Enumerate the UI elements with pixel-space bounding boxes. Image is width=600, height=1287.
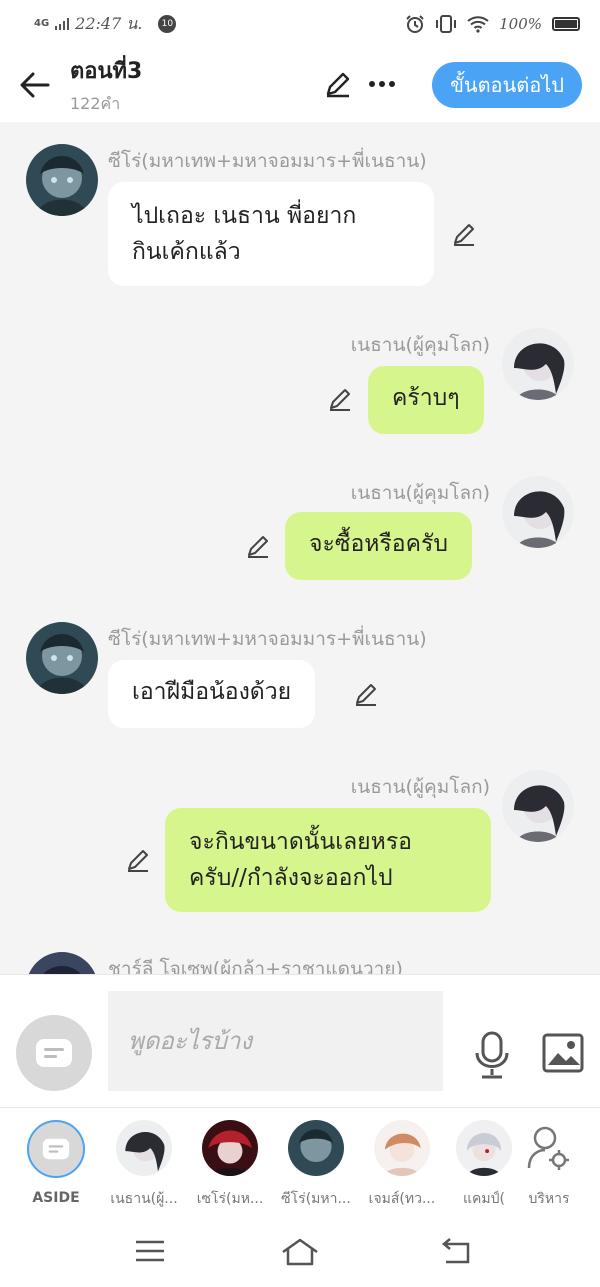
character-label: เนธาน(ผู้... bbox=[110, 1191, 178, 1207]
avatar-nethan[interactable] bbox=[502, 770, 574, 842]
pencil-icon[interactable] bbox=[124, 846, 152, 874]
message-input[interactable] bbox=[108, 991, 443, 1091]
avatar bbox=[374, 1120, 430, 1176]
next-step-button[interactable]: ขั้นตอนต่อไป bbox=[432, 62, 582, 108]
battery-percent: 100% bbox=[499, 15, 542, 33]
speaker-name: ชาร์ลี โจเซพ(ผู้กล้า+ราชาแดนวาย) bbox=[108, 958, 403, 974]
pencil-icon[interactable] bbox=[450, 220, 478, 248]
manage-icon-wrap bbox=[521, 1120, 577, 1176]
message-bubble[interactable]: ไปเถอะ เนธาน พี่อยาก กินเค้กแล้ว bbox=[108, 182, 434, 286]
character-selector: ASIDE เนธาน(ผู้... เซโร่(มห... ซีโร่(มหา… bbox=[0, 1108, 600, 1218]
clock: 22:47 น. bbox=[75, 13, 143, 33]
avatar-zero[interactable] bbox=[26, 622, 98, 694]
aside-avatar bbox=[27, 1120, 85, 1178]
input-bar bbox=[0, 974, 600, 1108]
back-nav-icon[interactable] bbox=[438, 1236, 478, 1266]
avatar-zero[interactable] bbox=[26, 144, 98, 216]
vibrate-icon bbox=[436, 15, 457, 33]
message-bubble[interactable]: เอาฝีมือน้องด้วย bbox=[108, 660, 316, 728]
speaker-name: ซีโร่(มหาเทพ+มหาจอมมาร+พี่เนธาน) bbox=[108, 628, 427, 650]
character-label: เจมส์(ทว... bbox=[368, 1191, 436, 1207]
character-chip-james[interactable]: เจมส์(ทว... bbox=[365, 1120, 439, 1210]
avatar bbox=[116, 1120, 172, 1176]
character-label: ซีโร่(มหา... bbox=[281, 1191, 351, 1207]
avatar-nethan[interactable] bbox=[502, 476, 574, 548]
avatar-nethan[interactable] bbox=[502, 328, 574, 400]
avatar bbox=[456, 1120, 512, 1176]
speaker-name: เนธาน(ผู้คุมโลก) bbox=[350, 776, 490, 798]
character-label: แคมป์( bbox=[463, 1191, 505, 1207]
microphone-icon[interactable] bbox=[472, 1031, 512, 1079]
arrow-left-icon bbox=[20, 72, 50, 98]
pencil-icon[interactable] bbox=[352, 680, 380, 708]
home-icon[interactable] bbox=[280, 1236, 320, 1266]
wifi-icon bbox=[467, 16, 489, 33]
character-chip-aside[interactable]: ASIDE bbox=[19, 1120, 93, 1206]
message-icon bbox=[42, 1138, 70, 1160]
edit-title-button[interactable] bbox=[320, 66, 356, 102]
notification-badge: 10 bbox=[158, 15, 177, 33]
pencil-icon[interactable] bbox=[244, 532, 272, 560]
character-chip-zero-red[interactable]: เซโร่(มห... bbox=[193, 1120, 267, 1210]
alarm-icon bbox=[406, 15, 424, 33]
message-bubble[interactable]: จะกินขนาดนั้นเลยหรอ ครับ//กำลังจะออกไป bbox=[165, 808, 491, 912]
speaker-name: เนธาน(ผู้คุมโลก) bbox=[350, 482, 490, 504]
pencil-icon[interactable] bbox=[326, 385, 354, 413]
character-chip-zero[interactable]: ซีโร่(มหา... bbox=[279, 1120, 353, 1210]
character-chip-nethan[interactable]: เนธาน(ผู้... bbox=[107, 1120, 181, 1210]
speaker-name: ซีโร่(มหาเทพ+มหาจอมมาร+พี่เนธาน) bbox=[108, 150, 427, 172]
manage-characters-button[interactable]: บริหาร bbox=[512, 1120, 586, 1210]
chapter-header: ตอนที่3 122คำ ขั้นตอนต่อไป bbox=[0, 48, 600, 122]
message-bubble[interactable]: จะซื้อหรือครับ bbox=[285, 512, 472, 580]
menu-icon[interactable] bbox=[130, 1236, 170, 1266]
signal-icon bbox=[55, 18, 70, 30]
aside-button[interactable] bbox=[16, 1015, 92, 1091]
character-label: เซโร่(มห... bbox=[196, 1191, 264, 1207]
message-icon bbox=[36, 1039, 72, 1067]
page-title: ตอนที่3 bbox=[70, 59, 143, 84]
character-label: บริหาร bbox=[528, 1191, 570, 1207]
system-nav-bar bbox=[0, 1218, 600, 1287]
image-icon[interactable] bbox=[542, 1033, 584, 1073]
character-label: ASIDE bbox=[32, 1190, 80, 1206]
more-horizontal-icon bbox=[369, 81, 395, 87]
chat-area[interactable]: ซีโร่(มหาเทพ+มหาจอมมาร+พี่เนธาน) ไปเถอะ … bbox=[0, 122, 600, 974]
back-button[interactable] bbox=[0, 48, 70, 122]
network-indicator: 4G bbox=[34, 18, 50, 29]
avatar-charlie[interactable] bbox=[26, 952, 98, 974]
message-bubble[interactable]: คร้าบๆ bbox=[368, 366, 484, 434]
pencil-icon bbox=[326, 72, 350, 98]
status-bar: 4G 22:47 น. 10 100% bbox=[0, 0, 600, 48]
battery-icon bbox=[552, 17, 580, 31]
more-options-button[interactable] bbox=[364, 66, 400, 102]
character-chip-camp[interactable]: แคมป์( bbox=[447, 1120, 521, 1210]
word-count: 122คำ bbox=[70, 94, 121, 113]
speaker-name: เนธาน(ผู้คุมโลก) bbox=[350, 334, 490, 356]
avatar bbox=[288, 1120, 344, 1176]
avatar bbox=[202, 1120, 258, 1176]
user-settings-icon bbox=[527, 1126, 569, 1170]
